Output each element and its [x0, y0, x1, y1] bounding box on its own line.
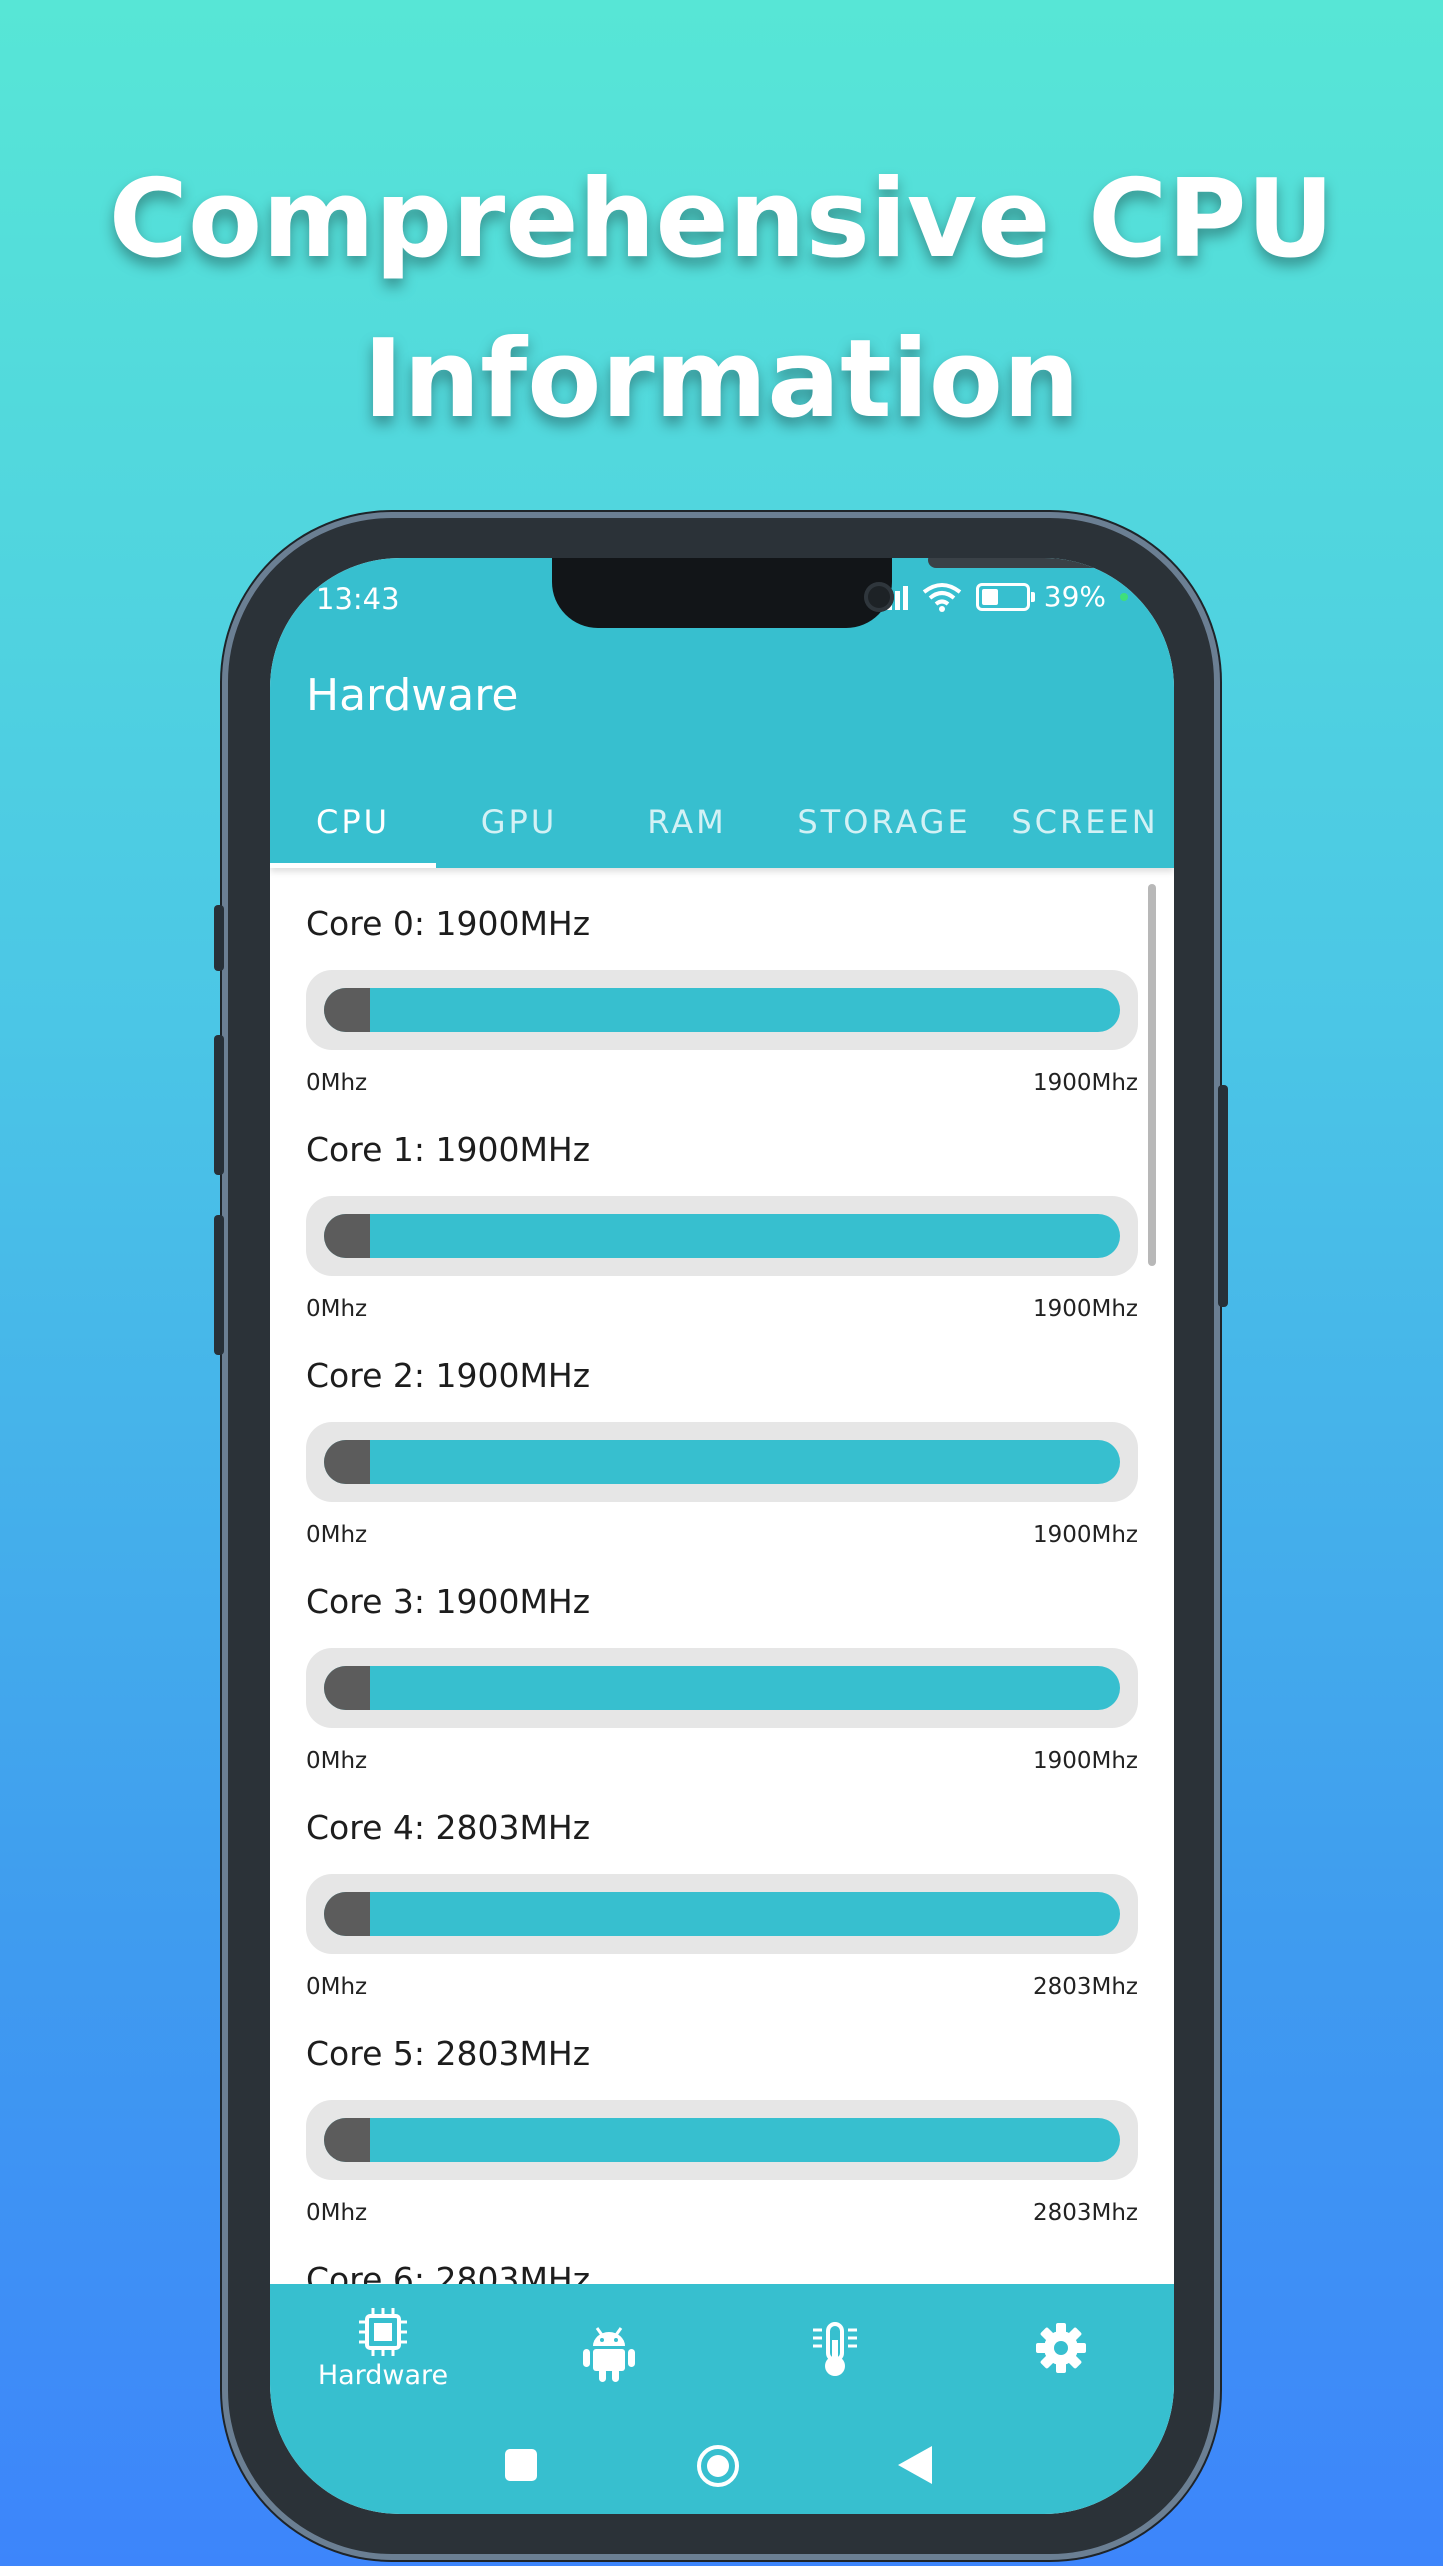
nav-temperature[interactable] [722, 2320, 948, 2380]
core-progress-bar [324, 1892, 1120, 1936]
core-item: Core 3: 1900MHz 0Mhz 1900Mhz [306, 1582, 1138, 1774]
core-min-label: 0Mhz [306, 1974, 368, 2000]
core-progress-track [306, 1422, 1138, 1502]
core-progress-used [324, 1440, 370, 1484]
core-min-label: 0Mhz [306, 2200, 368, 2226]
core-item: Core 0: 1900MHz 0Mhz 1900Mhz [306, 904, 1138, 1096]
core-item: Core 1: 1900MHz 0Mhz 1900Mhz [306, 1130, 1138, 1322]
core-min-label: 0Mhz [306, 1748, 368, 1774]
nav-android[interactable] [496, 2324, 722, 2382]
core-max-label: 1900Mhz [1032, 1070, 1138, 1096]
core-progress-track [306, 1874, 1138, 1954]
indicator-dot [1120, 592, 1128, 601]
phone-volume-down-button [214, 1215, 224, 1355]
core-progress-used [324, 2118, 370, 2162]
nav-hardware-label: Hardware [317, 2360, 449, 2391]
status-time: 13:43 [316, 582, 400, 616]
tab-bar: CPU GPU RAM STORAGE SCREEN [270, 776, 1174, 868]
tab-cpu[interactable]: CPU [270, 776, 436, 868]
core-list[interactable]: Core 0: 1900MHz 0Mhz 1900Mhz Core 1: 190… [270, 868, 1174, 2340]
core-max-label: 1900Mhz [1032, 1296, 1138, 1322]
thermometer-icon [813, 2322, 857, 2376]
core-item: Core 2: 1900MHz 0Mhz 1900Mhz [306, 1356, 1138, 1548]
tab-gpu[interactable]: GPU [436, 776, 602, 868]
notch [552, 558, 1118, 628]
core-title: Core 3: 1900MHz [306, 1582, 591, 1621]
core-progress-used [324, 1214, 370, 1258]
core-progress-used [324, 988, 370, 1032]
recents-square-icon[interactable] [504, 2448, 538, 2482]
status-icons: 39% [870, 580, 1128, 613]
promo-headline: Comprehensive CPU Information [0, 140, 1443, 460]
front-camera [864, 582, 894, 612]
core-progress-track [306, 970, 1138, 1050]
tab-screen[interactable]: SCREEN [996, 776, 1174, 868]
core-progress-used [324, 1666, 370, 1710]
phone-side-button [214, 905, 224, 971]
phone-power-button [1218, 1085, 1228, 1307]
app-title: Hardware [306, 670, 519, 721]
core-progress-bar [324, 2118, 1120, 2162]
phone-screen: 13:43 39% Hardware CPU GPU RAM STORAGE S… [270, 558, 1174, 2514]
wifi-icon [922, 582, 961, 612]
headline-line-2: Information [363, 317, 1080, 442]
system-navigation-bar [270, 2434, 1174, 2494]
nav-settings[interactable] [948, 2322, 1174, 2374]
core-progress-track [306, 1196, 1138, 1276]
core-max-label: 1900Mhz [1032, 1522, 1138, 1548]
core-progress-bar [324, 1666, 1120, 1710]
core-max-label: 2803Mhz [1032, 1974, 1138, 2000]
scrollbar[interactable] [1148, 884, 1156, 1266]
core-progress-track [306, 1648, 1138, 1728]
headline-line-1: Comprehensive CPU [108, 157, 1335, 282]
battery-percent: 39% [1043, 580, 1106, 613]
core-min-label: 0Mhz [306, 1070, 368, 1096]
bottom-navigation: Hardware [270, 2284, 1174, 2514]
home-circle-icon[interactable] [696, 2444, 740, 2488]
core-title: Core 5: 2803MHz [306, 2034, 591, 2073]
back-triangle-icon[interactable] [896, 2444, 934, 2486]
nav-hardware[interactable]: Hardware [270, 2304, 496, 2391]
tab-storage[interactable]: STORAGE [772, 776, 996, 868]
core-max-label: 1900Mhz [1032, 1748, 1138, 1774]
core-progress-bar [324, 1440, 1120, 1484]
earpiece-speaker [928, 558, 1118, 568]
core-item: Core 5: 2803MHz 0Mhz 2803Mhz [306, 2034, 1138, 2226]
android-icon [583, 2327, 635, 2382]
core-item: Core 4: 2803MHz 0Mhz 2803Mhz [306, 1808, 1138, 2000]
tab-ram[interactable]: RAM [602, 776, 772, 868]
battery-icon [975, 582, 1035, 611]
core-max-label: 2803Mhz [1032, 2200, 1138, 2226]
chip-icon [359, 2308, 407, 2356]
core-min-label: 0Mhz [306, 1522, 368, 1548]
phone-volume-up-button [214, 1035, 224, 1175]
core-title: Core 4: 2803MHz [306, 1808, 591, 1847]
core-title: Core 0: 1900MHz [306, 904, 591, 943]
core-progress-bar [324, 1214, 1120, 1258]
core-min-label: 0Mhz [306, 1296, 368, 1322]
core-title: Core 2: 1900MHz [306, 1356, 591, 1395]
core-title: Core 1: 1900MHz [306, 1130, 591, 1169]
gear-icon [1036, 2323, 1086, 2373]
core-progress-used [324, 1892, 370, 1936]
app-bar: 13:43 39% Hardware CPU GPU RAM STORAGE S… [270, 558, 1174, 868]
core-progress-track [306, 2100, 1138, 2180]
core-progress-bar [324, 988, 1120, 1032]
